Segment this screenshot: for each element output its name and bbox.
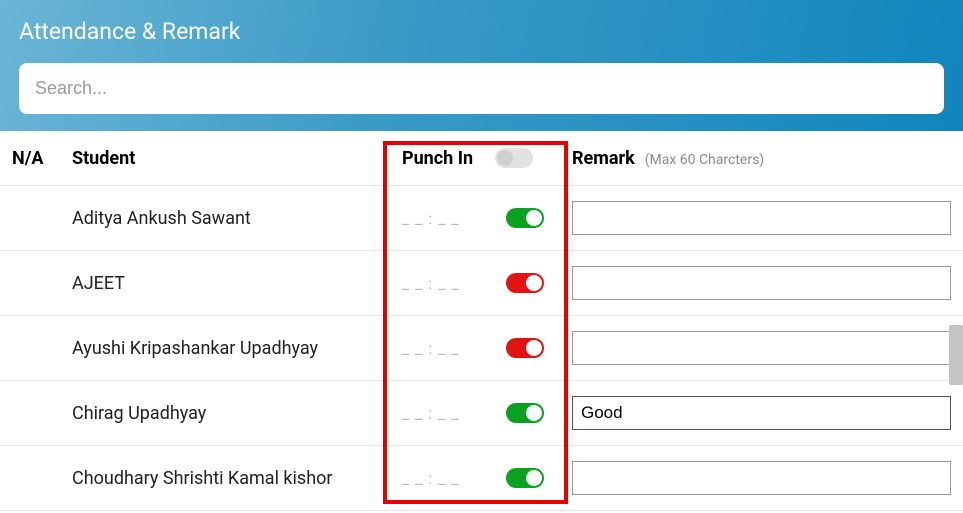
- student-name: Aditya Ankush Sawant: [72, 208, 392, 229]
- student-name: Ayushi Kripashankar Upadhyay: [72, 338, 392, 359]
- table-row: AJEET _ _ : _ _: [0, 251, 963, 316]
- table-header: N/A Student Punch In Remark (Max 60 Char…: [0, 131, 963, 186]
- col-header-punchin-label: Punch In: [402, 148, 473, 169]
- punch-time[interactable]: _ _ : _ _: [402, 209, 460, 228]
- table-row: Ayushi Kripashankar Upadhyay _ _ : _ _: [0, 316, 963, 381]
- header: Attendance & Remark: [0, 0, 963, 131]
- remark-input[interactable]: [572, 331, 951, 365]
- student-name: AJEET: [72, 273, 392, 294]
- table-row: Aditya Ankush Sawant _ _ : _ _: [0, 186, 963, 251]
- scrollbar-thumb[interactable]: [949, 325, 963, 385]
- punch-toggle[interactable]: [506, 468, 544, 488]
- table-row: Chirag Upadhyay _ _ : _ _: [0, 381, 963, 446]
- remark-hint: (Max 60 Charcters): [645, 152, 765, 168]
- punch-toggle[interactable]: [506, 338, 544, 358]
- punch-time[interactable]: _ _ : _ _: [402, 339, 460, 358]
- punch-toggle[interactable]: [506, 403, 544, 423]
- remark-input[interactable]: [572, 201, 951, 235]
- search-wrap: [19, 63, 944, 114]
- student-name: Chirag Upadhyay: [72, 403, 392, 424]
- punch-toggle[interactable]: [506, 208, 544, 228]
- remark-input[interactable]: [572, 266, 951, 300]
- search-input[interactable]: [35, 78, 928, 99]
- table-body[interactable]: Aditya Ankush Sawant _ _ : _ _ AJEET _ _…: [0, 186, 963, 513]
- punch-time[interactable]: _ _ : _ _: [402, 274, 460, 293]
- punch-toggle[interactable]: [506, 273, 544, 293]
- col-header-punchin: Punch In: [392, 148, 572, 169]
- student-name: Choudhary Shrishti Kamal kishor: [72, 468, 392, 489]
- punch-time[interactable]: _ _ : _ _: [402, 404, 460, 423]
- table-row: Choudhary Shrishti Kamal kishor _ _ : _ …: [0, 446, 963, 511]
- remark-input[interactable]: [572, 461, 951, 495]
- remark-input[interactable]: [572, 396, 951, 430]
- col-header-remark-label: Remark: [572, 148, 635, 169]
- attendance-table: N/A Student Punch In Remark (Max 60 Char…: [0, 131, 963, 513]
- col-header-student: Student: [72, 148, 392, 169]
- col-header-na: N/A: [12, 148, 72, 169]
- punchin-master-toggle[interactable]: [495, 148, 533, 168]
- page-title: Attendance & Remark: [19, 18, 944, 45]
- col-header-remark: Remark (Max 60 Charcters): [572, 148, 951, 169]
- punch-time[interactable]: _ _ : _ _: [402, 469, 460, 488]
